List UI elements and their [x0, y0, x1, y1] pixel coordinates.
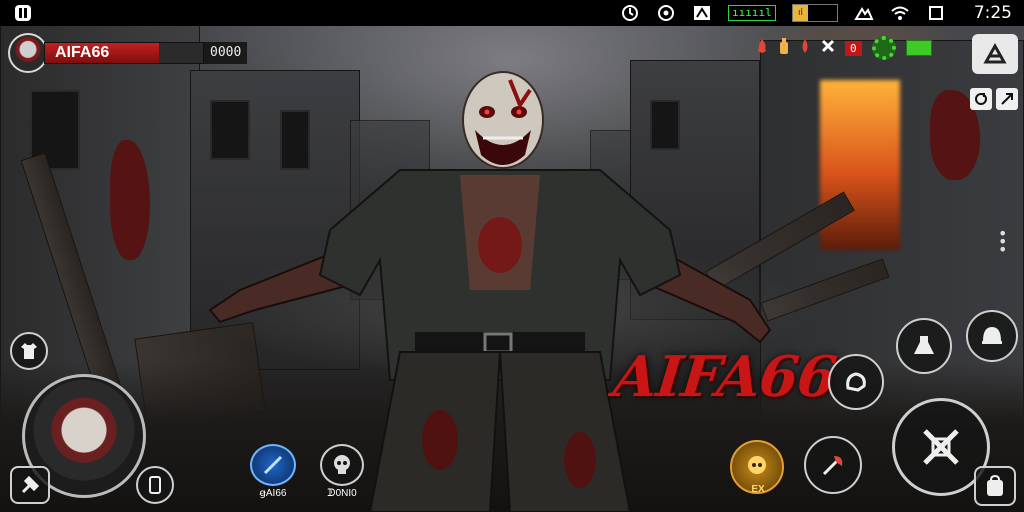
phone-button[interactable] [136, 466, 174, 504]
shirt-button[interactable] [10, 332, 48, 370]
flask-icon [914, 336, 934, 354]
skill-skull-button[interactable] [320, 444, 364, 486]
battery-level: ıl [792, 5, 809, 21]
shirt-icon [21, 343, 37, 359]
backpack-icon [987, 474, 1003, 496]
skull-icon [334, 455, 350, 474]
backpack-button[interactable] [974, 466, 1016, 506]
top-right-hud: 0 [755, 36, 932, 60]
hammer-icon [21, 475, 40, 494]
bottle-icon[interactable] [779, 37, 789, 59]
refresh-icon [975, 93, 987, 105]
coin-label: EX [751, 484, 765, 495]
fire-icon[interactable] [755, 38, 769, 58]
skill-1-label: ꞡAI66 [259, 488, 287, 499]
glove-icon [846, 372, 866, 392]
map-tool-icon [983, 42, 1007, 64]
refresh-button[interactable] [970, 88, 992, 110]
kill-count: 0 [845, 40, 862, 56]
player-score: 0000 [204, 42, 248, 64]
skill-blade-button[interactable] [250, 444, 296, 486]
signal-icon [854, 4, 874, 22]
phone-icon [149, 476, 161, 494]
screen-rotate-icon [926, 4, 946, 22]
hammer-button[interactable] [10, 466, 50, 504]
share-button[interactable] [996, 88, 1018, 110]
clock: 7:25 [973, 3, 1012, 23]
flask-button[interactable] [896, 318, 952, 374]
wifi-icon [890, 4, 910, 22]
blade-icon [263, 455, 283, 475]
status-green-bar [905, 40, 932, 56]
blood-drop-icon[interactable] [799, 38, 811, 58]
player-avatar[interactable] [8, 33, 48, 73]
battery-indicator: ıl [791, 4, 838, 22]
zombie-character [208, 71, 772, 512]
status-bar: ıııııl ıl 7:25 [0, 0, 1024, 26]
game-logo: AIFA66 [610, 344, 839, 410]
app-icon[interactable] [12, 2, 34, 24]
player-hud: AIFA66 0000 [8, 33, 248, 73]
map-tool-button[interactable] [972, 34, 1018, 74]
network-icon [692, 4, 712, 22]
golden-skull-icon [748, 456, 766, 474]
crossed-swords-icon [923, 429, 959, 465]
settings-wheel-icon [656, 4, 676, 22]
network-strength: ıııııl [728, 5, 776, 21]
fire [820, 80, 900, 250]
game-scene [0, 0, 1024, 512]
share-icon [1001, 93, 1013, 105]
helmet-icon [982, 327, 1002, 344]
axe-icon [822, 456, 843, 476]
crossed-bones-icon[interactable] [821, 39, 835, 57]
glove-button[interactable] [828, 354, 884, 410]
skill-2-label: ᗫ0NI0 [327, 488, 357, 499]
helmet-button[interactable] [966, 310, 1018, 362]
gear-icon[interactable] [871, 36, 896, 60]
more-options-icon[interactable]: • • • [998, 226, 1007, 258]
health-bar: AIFA66 [44, 42, 204, 64]
axe-button[interactable] [804, 436, 862, 494]
player-name: AIFA66 [55, 44, 110, 61]
alarm-icon [620, 4, 640, 22]
